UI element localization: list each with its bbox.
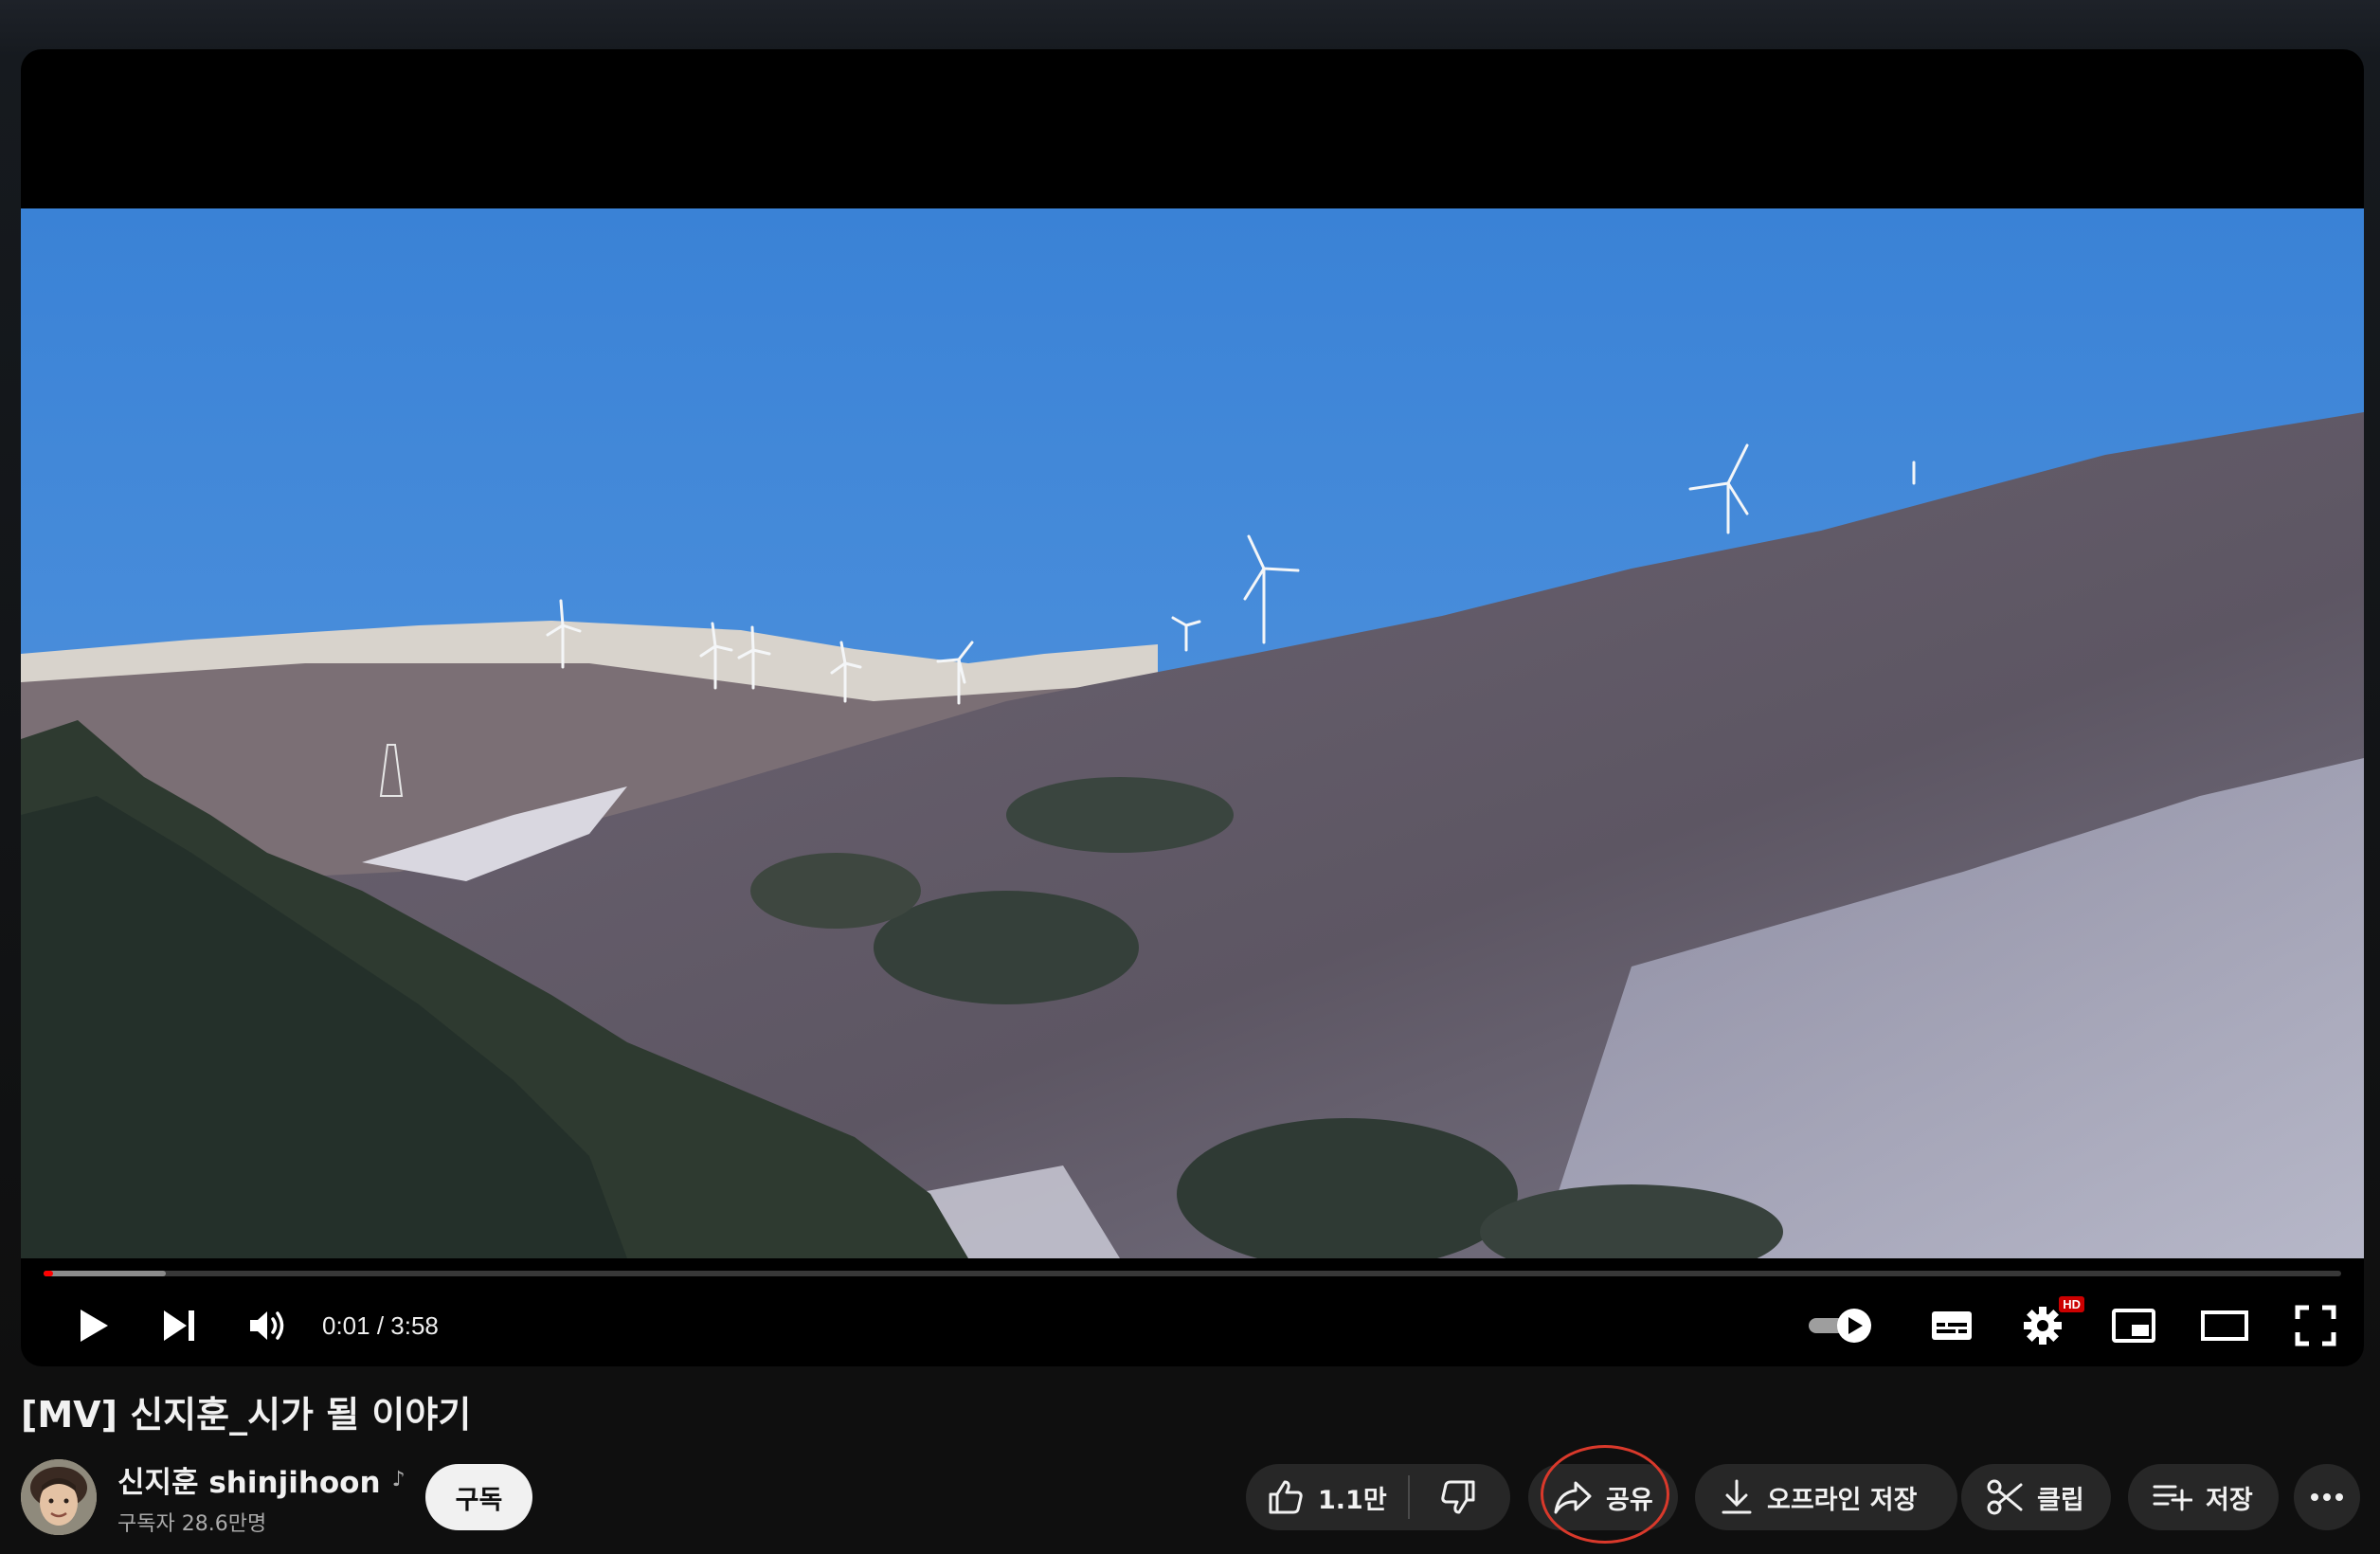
clip-button-inner: 클립 (1961, 1478, 2109, 1516)
download-icon (1722, 1479, 1752, 1514)
clip-label: 클립 (2037, 1485, 2084, 1515)
dislike-button[interactable] (1410, 1464, 1506, 1530)
more-horizontal-icon (2311, 1493, 2343, 1501)
progress-bar[interactable] (44, 1271, 2341, 1276)
next-button[interactable] (150, 1296, 208, 1355)
music-note-icon: ♪ (391, 1467, 406, 1491)
save-label: 저장 (2206, 1485, 2253, 1515)
progress-played (44, 1271, 53, 1276)
next-icon (164, 1310, 194, 1341)
fullscreen-button[interactable] (2278, 1296, 2353, 1355)
scissors-icon (1987, 1479, 2023, 1515)
video-title: [MV] 신지훈_시가 될 이야기 (21, 1394, 472, 1436)
save-button[interactable]: 저장 (2128, 1464, 2279, 1530)
progress-buffered (44, 1271, 166, 1276)
clip-button[interactable]: 클립 (1961, 1464, 2111, 1530)
autoplay-toggle[interactable] (1798, 1296, 1884, 1355)
download-label: 오프라인 저장 (1767, 1485, 1918, 1515)
volume-icon (250, 1311, 284, 1340)
share-arrow-icon (1554, 1481, 1592, 1514)
avatar-image (21, 1459, 97, 1535)
video-frame[interactable] (21, 208, 2364, 1258)
theater-mode-icon (2201, 1310, 2248, 1341)
download-button[interactable]: 오프라인 저장 (1695, 1464, 1957, 1530)
like-dislike-group: 1.1만 (1246, 1464, 1510, 1530)
channel-name[interactable]: 신지훈 shinjihoon (117, 1458, 381, 1501)
channel-owner: 신지훈 shinjihoon ♪ 구독자 28.6만명 (21, 1458, 406, 1537)
play-button[interactable] (64, 1296, 123, 1355)
channel-info: 신지훈 shinjihoon ♪ 구독자 28.6만명 (117, 1458, 406, 1537)
save-button-inner: 저장 (2128, 1479, 2278, 1516)
time-total: 3:58 (390, 1311, 439, 1340)
subscribe-button[interactable]: 구독 (425, 1464, 532, 1530)
more-actions-button[interactable] (2294, 1464, 2360, 1530)
share-label: 공유 (1606, 1485, 1653, 1515)
channel-name-row: 신지훈 shinjihoon ♪ (117, 1458, 406, 1501)
time-separator: / (370, 1311, 391, 1340)
settings-button[interactable]: HD (2005, 1296, 2084, 1355)
player-controls: 0:01 / 3:58 HD (21, 1296, 2364, 1355)
subscriber-count: 구독자 28.6만명 (117, 1511, 267, 1536)
fullscreen-icon (2295, 1305, 2336, 1346)
page: 0:01 / 3:58 HD [MV] 신지훈_시가 될 이야기 신지훈 shi… (0, 0, 2380, 1554)
thumbs-up-icon (1269, 1480, 1303, 1514)
volume-button[interactable] (239, 1296, 298, 1355)
theater-mode-button[interactable] (2187, 1296, 2263, 1355)
share-button-inner: 공유 (1528, 1478, 1678, 1516)
download-button-inner: 오프라인 저장 (1695, 1478, 1941, 1516)
like-count: 1.1만 (1318, 1485, 1387, 1515)
playlist-add-icon (2153, 1485, 2192, 1511)
video-player[interactable]: 0:01 / 3:58 HD (21, 49, 2364, 1366)
subtitles-button[interactable] (1914, 1296, 1990, 1355)
settings-gear-icon (2024, 1307, 2062, 1345)
channel-avatar[interactable] (21, 1459, 97, 1535)
video-scene-image (21, 208, 2364, 1258)
miniplayer-button[interactable] (2096, 1296, 2172, 1355)
autoplay-toggle-icon (1809, 1309, 1871, 1343)
subtitles-icon (1932, 1311, 1972, 1340)
like-button[interactable]: 1.1만 (1246, 1464, 1408, 1530)
play-icon (81, 1310, 108, 1342)
share-button[interactable]: 공유 (1528, 1464, 1678, 1530)
time-current: 0:01 (322, 1311, 370, 1340)
time-display: 0:01 / 3:58 (322, 1296, 439, 1355)
hd-badge: HD (2059, 1296, 2084, 1312)
thumbs-down-icon (1440, 1480, 1475, 1514)
miniplayer-icon (2112, 1309, 2155, 1343)
